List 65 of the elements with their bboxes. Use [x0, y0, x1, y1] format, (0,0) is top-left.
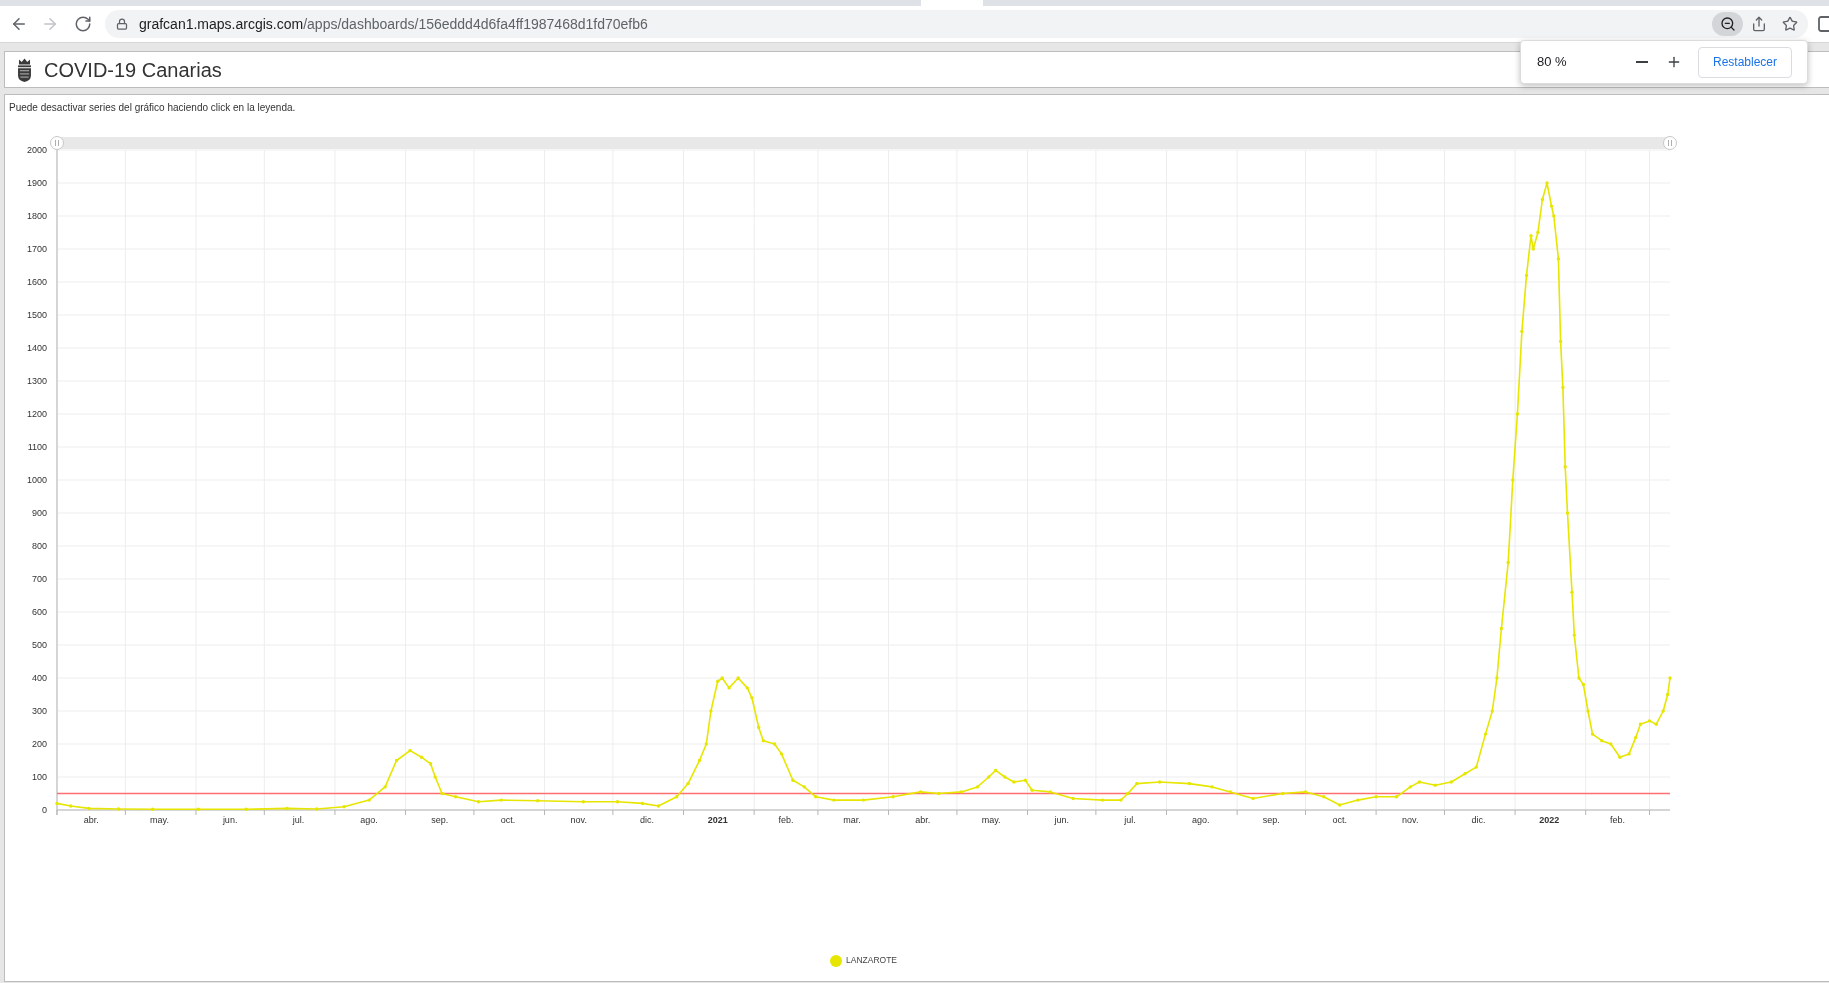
axis-label: ago. — [360, 815, 378, 825]
axis-label: 0 — [42, 805, 47, 816]
axis-label: nov. — [570, 815, 587, 825]
axis-label: nov. — [1402, 815, 1419, 825]
axis-label: sep. — [431, 815, 449, 825]
axis-label: 700 — [31, 574, 47, 585]
axis-label: 400 — [31, 673, 47, 684]
axis-label: abr. — [83, 815, 99, 825]
axis-label: 600 — [31, 607, 47, 618]
axis-label: 1700 — [26, 244, 47, 255]
axis-label: abr. — [915, 815, 931, 825]
axis-label: jun. — [1054, 815, 1069, 825]
axis-label: may. — [150, 815, 169, 825]
axis-label: oct. — [500, 815, 516, 825]
axis-label: 2000 — [26, 145, 47, 156]
axis-label: 800 — [31, 541, 47, 552]
axis-label: jun. — [222, 815, 238, 825]
zoom-out-icon — [1719, 16, 1736, 32]
axis-label: feb. — [778, 815, 794, 825]
axis-label: feb. — [1610, 815, 1626, 825]
axis-label: 1200 — [26, 409, 47, 420]
axis-label: 1500 — [26, 310, 47, 321]
axis-label: may. — [981, 815, 1001, 825]
arrow-right-icon — [41, 15, 59, 33]
axis-label: dic. — [1471, 815, 1486, 825]
side-panel-icon[interactable] — [1818, 16, 1829, 32]
axis-label: 1900 — [26, 178, 47, 189]
plus-icon — [1666, 54, 1682, 70]
zoom-level-text: 80 % — [1537, 54, 1568, 70]
axis-label: ago. — [1191, 815, 1210, 825]
axis-label: 1400 — [26, 343, 47, 354]
address-bar[interactable]: grafcan1.maps.arcgis.com/apps/dashboards/156eddd4d6fa4ff1987468d1fd70efb6 — [105, 10, 1808, 38]
axis-label: 200 — [31, 739, 47, 750]
url-text: grafcan1.maps.arcgis.com/apps/dashboards/156eddd4d6fa4ff1987468d1fd70efb6 — [139, 15, 649, 33]
share-icon — [1751, 16, 1767, 32]
axis-label: jul. — [1124, 815, 1136, 825]
legend-label: LANZAROTE — [845, 954, 897, 967]
axis-label: 300 — [31, 706, 47, 717]
axis-label: 1300 — [26, 376, 47, 387]
axis-label: 1800 — [26, 211, 47, 222]
axis-label: 100 — [31, 772, 47, 783]
hint-text: Puede desactivar series del gráfico haciendo click en la leyenda. — [8, 101, 296, 115]
axis-label: dic. — [640, 815, 655, 825]
crest-icon — [16, 57, 33, 82]
reload-icon — [74, 15, 92, 33]
axis-label: 1600 — [26, 277, 47, 288]
axis-label: mar. — [843, 815, 861, 825]
axis-label: 500 — [31, 640, 47, 651]
axis-label: sep. — [1262, 815, 1280, 825]
axis-label: 2021 — [707, 815, 728, 825]
minus-icon — [1636, 61, 1648, 63]
axis-label: jul. — [292, 815, 305, 825]
axis-label: oct. — [1332, 815, 1347, 825]
zoom-button[interactable] — [1712, 12, 1743, 36]
dashboard-title: COVID-19 Canarias — [44, 57, 222, 82]
scrollbar-handle[interactable] — [50, 136, 64, 150]
axis-label: 1100 — [27, 442, 47, 453]
legend-item[interactable]: LANZAROTE — [830, 954, 897, 967]
lock-icon — [116, 18, 128, 30]
star-icon — [1782, 16, 1798, 32]
axis-label: 2022 — [1539, 815, 1560, 825]
axis-label: 1000 — [26, 475, 47, 486]
axis-label: 900 — [31, 508, 47, 519]
reset-button[interactable]: Restablecer — [1698, 46, 1792, 78]
scrollbar-handle[interactable] — [1663, 136, 1677, 150]
